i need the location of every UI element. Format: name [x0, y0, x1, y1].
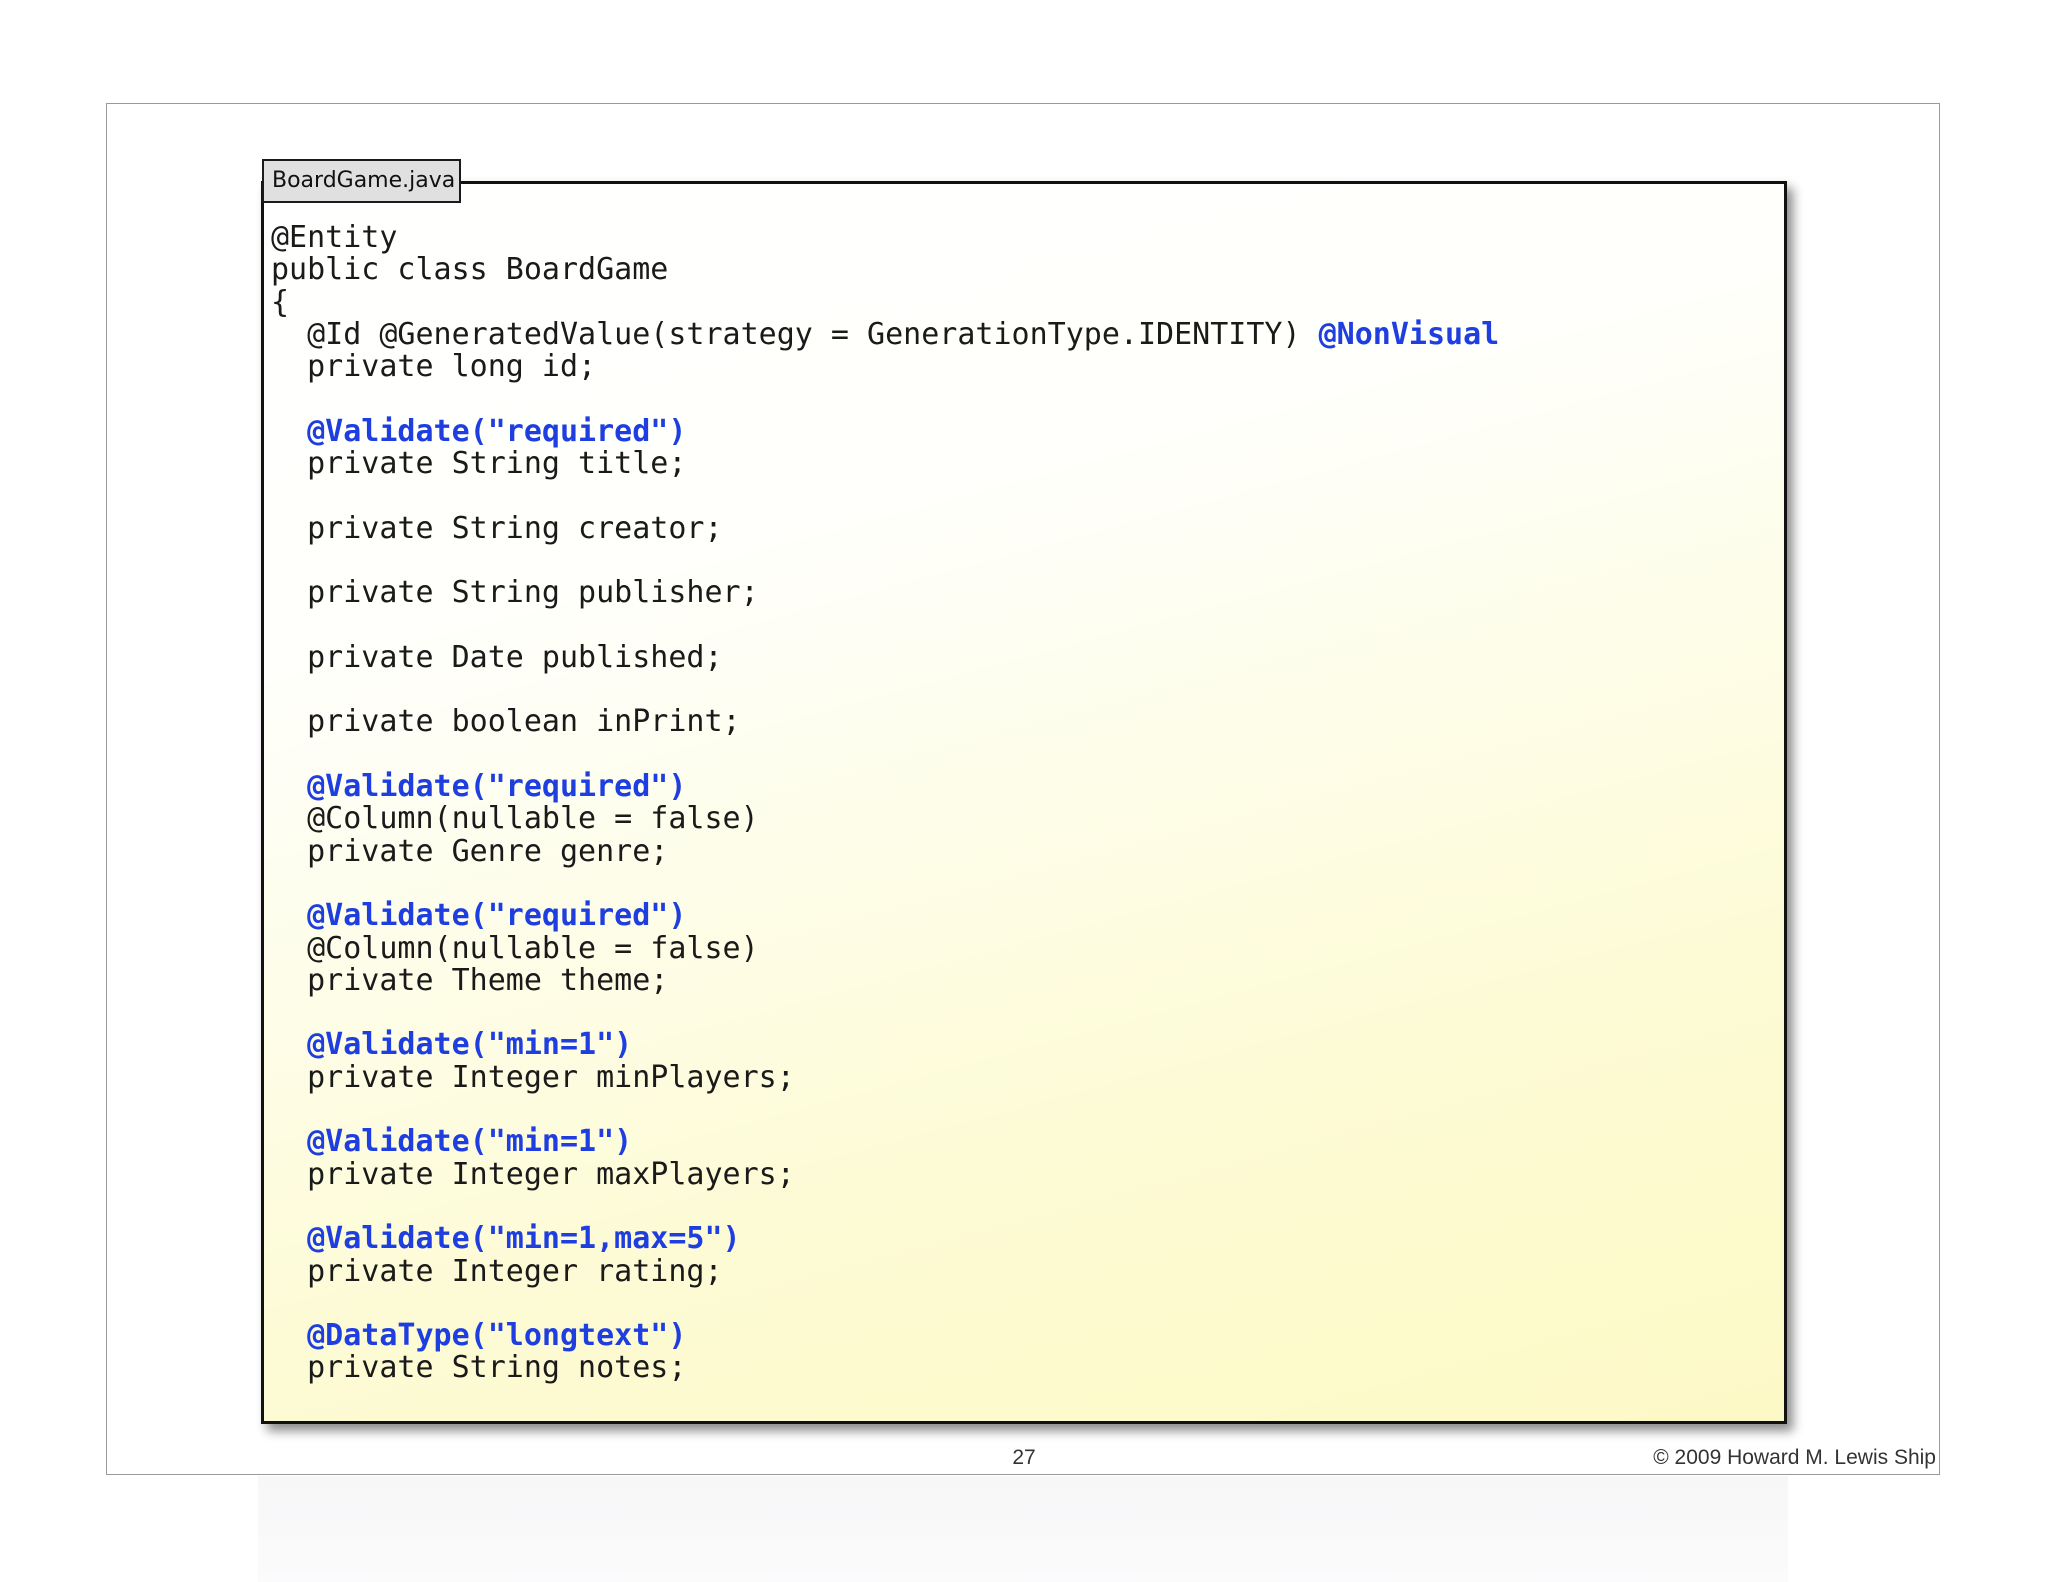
code-line: @Entity: [271, 220, 1499, 255]
code-text: @Id @GeneratedValue(strategy = Generatio…: [271, 316, 1319, 352]
code-text: private String creator;: [271, 510, 723, 546]
code-line: @Validate("required"): [271, 900, 1499, 932]
code-line: private Integer maxPlayers;: [271, 1156, 1499, 1192]
code-text: private boolean inPrint;: [271, 704, 741, 740]
copyright-notice: © 2009 Howard M. Lewis Ship: [1653, 1446, 1936, 1469]
code-line: @Validate("min=1"): [271, 1126, 1499, 1158]
annotation-highlight: @Validate("required"): [307, 898, 687, 934]
code-text: private Integer maxPlayers;: [271, 1156, 795, 1192]
code-text: @Column(nullable = false): [271, 801, 759, 837]
code-text: private Integer minPlayers;: [271, 1059, 795, 1095]
code-line: private Theme theme;: [271, 962, 1499, 998]
code-text: private Theme theme;: [271, 962, 669, 998]
code-text: private String title;: [271, 446, 687, 482]
annotation-highlight: @Validate("min=1"): [307, 1027, 633, 1063]
code-text: private String notes;: [271, 1350, 687, 1386]
code-line: @Column(nullable = false): [271, 930, 1499, 966]
code-listing-box: @Entity public class BoardGame{ @Id @Gene…: [261, 181, 1787, 1424]
annotation-highlight: @DataType("longtext"): [307, 1318, 687, 1354]
annotation-highlight: @Validate("required"): [307, 769, 687, 805]
code-line: @DataType("longtext"): [271, 1318, 1499, 1354]
code-line: private Integer rating;: [271, 1253, 1499, 1289]
code-text: public class BoardGame: [271, 252, 669, 288]
slide-bottom-shadow: [258, 1476, 1788, 1582]
code-line: @Validate("min=1"): [271, 1029, 1499, 1061]
code-line: private String creator;: [271, 510, 1499, 546]
code-line: @Id @GeneratedValue(strategy = Generatio…: [271, 316, 1500, 352]
code-line: private Integer minPlayers;: [271, 1059, 1499, 1095]
annotation-highlight: @Validate("min=1,max=5"): [307, 1221, 741, 1257]
code-text: private Genre genre;: [271, 833, 669, 869]
code-text: private Date published;: [271, 639, 723, 675]
code-line: private long id;: [271, 351, 1499, 383]
code-listing: @Entity public class BoardGame{ @Id @Gene…: [271, 220, 1500, 1385]
code-line: private Date published;: [271, 639, 1499, 675]
code-line: private boolean inPrint;: [271, 706, 1499, 738]
code-line: private Genre genre;: [271, 833, 1499, 869]
annotation-highlight: @NonVisual: [1318, 316, 1500, 352]
code-text: private long id;: [271, 349, 597, 385]
code-line: @Validate("min=1,max=5"): [271, 1223, 1499, 1255]
file-tab: BoardGame.java: [262, 159, 461, 203]
annotation-highlight: @Validate("required"): [307, 413, 687, 449]
code-text: {: [271, 284, 290, 320]
code-line: private String publisher;: [271, 577, 1499, 609]
code-line: private String title;: [271, 446, 1499, 482]
code-text: private String publisher;: [271, 575, 759, 611]
code-text: @Column(nullable = false): [271, 930, 759, 966]
code-text: private Integer rating;: [271, 1253, 723, 1289]
code-line: public class BoardGame: [271, 254, 1499, 286]
code-line: private String notes;: [271, 1352, 1499, 1384]
annotation-highlight: @Validate("min=1"): [307, 1124, 633, 1160]
code-line: @Column(nullable = false): [271, 803, 1499, 835]
code-line: @Validate("required"): [271, 769, 1499, 805]
code-line: {: [271, 284, 1499, 320]
code-text: @Entity: [271, 220, 398, 255]
code-line: @Validate("required"): [271, 413, 1499, 449]
